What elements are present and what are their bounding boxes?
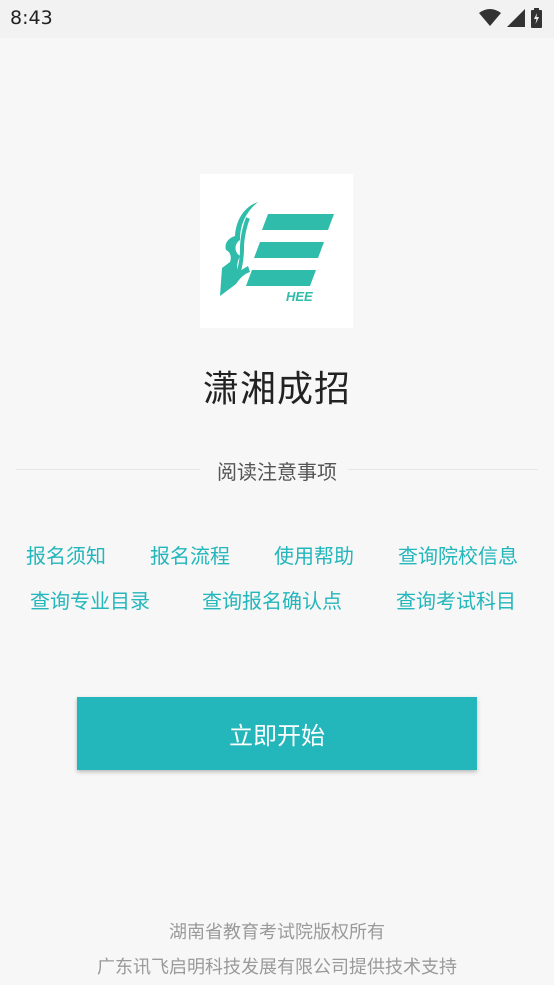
logo-text: HEE bbox=[286, 289, 313, 304]
link-query-majors[interactable]: 查询专业目录 bbox=[30, 585, 150, 614]
link-help[interactable]: 使用帮助 bbox=[274, 540, 354, 569]
notice-title: 阅读注意事项 bbox=[217, 460, 337, 484]
link-registration-process[interactable]: 报名流程 bbox=[150, 540, 230, 569]
signal-icon bbox=[507, 9, 525, 27]
status-bar: 8:43 bbox=[0, 0, 554, 38]
wifi-icon bbox=[479, 9, 501, 26]
battery-icon bbox=[531, 8, 542, 28]
app-logo: HEE bbox=[200, 174, 353, 328]
link-query-exam-subjects[interactable]: 查询考试科目 bbox=[396, 585, 516, 614]
start-button[interactable]: 立即开始 bbox=[77, 697, 477, 770]
link-query-confirm-points[interactable]: 查询报名确认点 bbox=[202, 585, 342, 614]
link-registration-notice[interactable]: 报名须知 bbox=[26, 540, 106, 569]
footer-copyright: 湖南省教育考试院版权所有 bbox=[169, 922, 385, 943]
divider-right bbox=[348, 469, 538, 470]
link-query-schools[interactable]: 查询院校信息 bbox=[398, 540, 518, 569]
footer-support: 广东讯飞启明科技发展有限公司提供技术支持 bbox=[97, 957, 457, 978]
status-time: 8:43 bbox=[10, 7, 53, 29]
app-title: 潇湘成招 bbox=[202, 369, 351, 410]
status-icons bbox=[479, 8, 542, 28]
